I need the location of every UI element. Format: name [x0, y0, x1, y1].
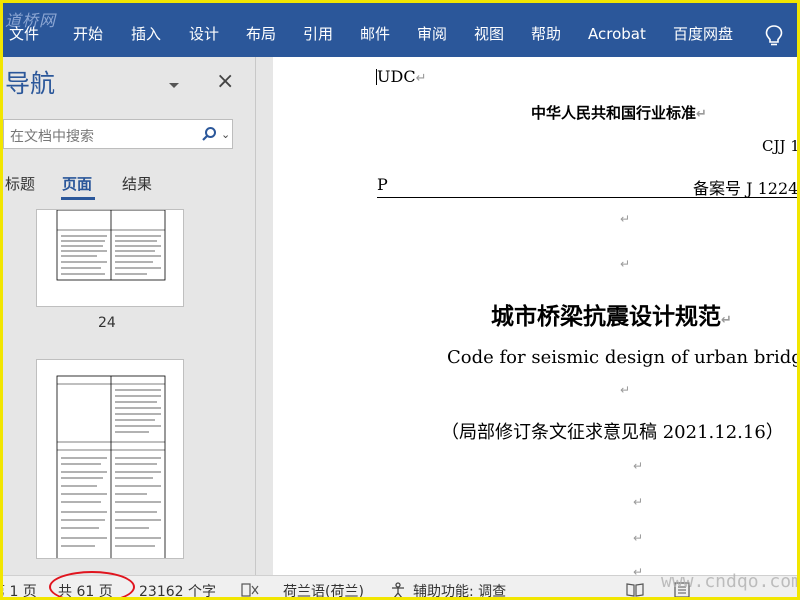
read-mode-icon[interactable] [625, 582, 645, 598]
proofing-icon[interactable] [241, 582, 261, 598]
tab-design[interactable]: 设计 [189, 24, 219, 44]
status-accessibility[interactable]: 辅助功能: 调查 [413, 581, 506, 597]
tab-headings[interactable]: 标题 [5, 173, 35, 194]
search-input[interactable]: 在文档中搜索 ⌄ [3, 119, 233, 149]
doc-udc: UDC↵ [377, 67, 427, 86]
tab-results[interactable]: 结果 [122, 173, 152, 194]
navigation-pane: 导航 × 在文档中搜索 ⌄ 标题 页面 结果 24 [3, 57, 256, 575]
search-icon[interactable] [201, 126, 217, 142]
status-page-number[interactable]: 第 1 页 [3, 581, 37, 597]
tab-references[interactable]: 引用 [303, 24, 333, 44]
tab-layout[interactable]: 布局 [246, 24, 276, 44]
doc-rule [377, 197, 797, 198]
accessibility-icon[interactable] [389, 581, 407, 599]
paragraph-mark: ↵ [620, 212, 631, 226]
paragraph-mark: ↵ [633, 459, 644, 473]
lightbulb-icon[interactable] [765, 25, 783, 47]
paragraph-mark: ↵ [633, 531, 644, 545]
page-thumbnail-25[interactable] [36, 359, 184, 559]
nav-tabs: 标题 页面 结果 [3, 169, 256, 200]
window-frame: 道桥网 文件 开始 插入 设计 布局 引用 邮件 审阅 视图 帮助 Acroba… [0, 0, 800, 600]
doc-draft-note: （局部修订条文征求意见稿 2021.12.16） [441, 422, 784, 443]
paragraph-mark: ↵ [620, 257, 631, 271]
tab-mailings[interactable]: 邮件 [360, 24, 390, 44]
doc-english-title: Code for seismic design of urban bridges… [447, 347, 800, 368]
paragraph-mark: ↵ [633, 565, 644, 575]
active-tab-indicator [61, 197, 95, 200]
doc-standard-heading: 中华人民共和国行业标准↵ [531, 104, 707, 122]
document-page[interactable]: UDC↵ 中华人民共和国行业标准↵ CJJ 1 P 备案号 J 1224 ↵ ↵… [273, 57, 800, 575]
tab-home[interactable]: 开始 [73, 24, 103, 44]
doc-cjj-number: CJJ 1 [762, 137, 800, 155]
tab-pages[interactable]: 页面 [62, 173, 92, 194]
nav-title: 导航 [5, 69, 56, 98]
doc-beian-number: 备案号 J 1224 [693, 179, 799, 198]
tab-acrobat[interactable]: Acrobat [588, 24, 646, 44]
tab-view[interactable]: 视图 [474, 24, 504, 44]
chevron-down-icon[interactable]: ⌄ [221, 128, 230, 141]
ribbon-tab-bar: 道桥网 文件 开始 插入 设计 布局 引用 邮件 审阅 视图 帮助 Acroba… [3, 3, 797, 57]
status-language[interactable]: 荷兰语(荷兰) [283, 581, 364, 597]
close-icon[interactable]: × [216, 71, 234, 93]
search-placeholder: 在文档中搜索 [10, 129, 94, 145]
tab-review[interactable]: 审阅 [417, 24, 447, 44]
status-word-count[interactable]: 23162 个字 [139, 581, 216, 597]
highlight-annotation [49, 571, 135, 597]
tab-help[interactable]: 帮助 [531, 24, 561, 44]
watermark-text: www.cndqo.com [661, 571, 800, 592]
paragraph-mark: ↵ [620, 383, 631, 397]
doc-title: 城市桥梁抗震设计规范↵ [491, 303, 732, 330]
chevron-down-icon[interactable] [166, 77, 182, 93]
tab-insert[interactable]: 插入 [131, 24, 161, 44]
doc-p-label: P [377, 175, 388, 194]
page-thumbnail-24[interactable] [36, 209, 184, 307]
paragraph-mark: ↵ [633, 495, 644, 509]
tab-baidu-netdisk[interactable]: 百度网盘 [673, 24, 733, 44]
tab-file[interactable]: 文件 [9, 24, 39, 44]
page-thumbnail-label: 24 [98, 315, 116, 331]
